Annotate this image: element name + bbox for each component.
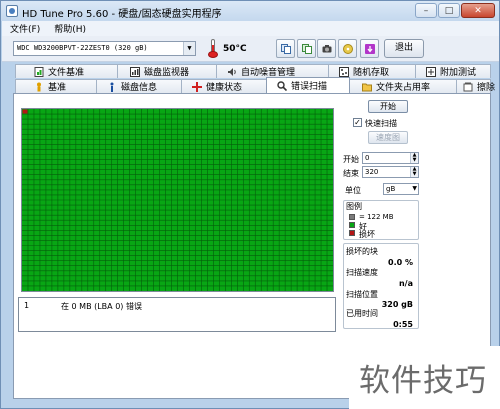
menu-file[interactable]: 文件(F) [10,22,40,35]
scan-stats-group: 损坏的块 0.0 % 扫描速度 n/a 扫描位置 320 gB 已用时间 0:5… [343,243,419,329]
tab-row-lower: 基准 磁盘信息 健康状态 错误扫描 文件夹占用率 擦除 [15,77,495,93]
camera-icon [322,45,332,53]
close-button[interactable]: ✕ [461,3,495,18]
minimize-button[interactable]: – [415,3,437,18]
app-window: HD Tune Pro 5.60 - 硬盘/固态硬盘实用程序 – □ ✕ 文件(… [0,0,500,409]
download-icon [365,44,375,54]
window-controls: – □ ✕ [415,3,495,18]
bad-block-marker [22,109,28,114]
legend-block-swatch [349,214,355,220]
unit-label: 单位 [345,186,361,195]
screenshot-button[interactable] [317,39,336,58]
chevron-down-icon[interactable]: ▼ [183,42,195,55]
end-label: 结束 [343,169,359,178]
scan-block-map [21,108,334,292]
menu-bar: 文件(F) 帮助(H) [2,21,499,36]
info-icon [107,82,117,92]
benchmark-icon [34,82,44,92]
disk-monitor-icon [130,66,140,77]
start-label: 开始 [343,155,359,164]
tab-error-scan[interactable]: 错误扫描 [266,77,350,93]
tab-health[interactable]: 健康状态 [181,79,267,93]
start-scan-button[interactable]: 开始 [368,100,408,113]
tab-benchmark[interactable]: 基准 [15,79,97,93]
menu-help[interactable]: 帮助(H) [54,22,86,35]
unit-select[interactable]: gB ▼ [383,183,419,195]
tab-folder-usage[interactable]: 文件夹占用率 [349,79,457,93]
tab-extra-tests[interactable]: 附加测试 [415,64,491,78]
tab-erase[interactable]: 擦除 [456,79,495,93]
tab-noise-management[interactable]: 自动噪音管理 [216,64,329,78]
folder-icon [362,82,372,92]
scan-position-value: 320 gB [381,300,413,309]
cd-icon [343,44,353,54]
app-logo-icon [6,5,18,17]
legend-bad-label: 损坏 [359,230,375,239]
speaker-icon [227,67,237,77]
title-bar[interactable]: HD Tune Pro 5.60 - 硬盘/固态硬盘实用程序 – □ ✕ [1,1,499,21]
elapsed-time-label: 已用时间 [346,309,378,318]
exit-button[interactable]: 退出 [384,39,424,58]
scan-position-label: 扫描位置 [346,290,378,299]
extra-tests-icon [426,66,436,77]
thermometer-icon [206,39,220,58]
file-benchmark-icon [34,66,44,77]
tab-row-upper: 文件基准 磁盘监视器 自动噪音管理 随机存取 附加测试 [15,64,491,78]
legend-group: 图例 = 122 MB 好 损坏 [343,200,419,240]
copy-screen-button[interactable] [297,39,316,58]
watermark-text: 软件技巧 [359,363,487,399]
legend-bad-swatch [349,230,355,236]
window-title: HD Tune Pro 5.60 - 硬盘/固态硬盘实用程序 [22,9,222,20]
block-grid [22,109,333,291]
legend-block-size: = 122 MB [359,213,394,221]
legend-title: 图例 [346,202,362,211]
chevron-down-icon: ▼ [412,185,417,192]
health-icon [192,81,202,92]
scan-speed-value: n/a [398,279,413,288]
log-entry-text: 在 0 MB (LBA 0) 错误 [61,302,142,311]
copy-info-icon [281,44,291,54]
drive-select-value: WDC WD3200BPVT-22ZEST0 (320 gB) [17,44,148,52]
end-input[interactable]: 320 ▲ ▼ [362,166,419,178]
tab-disk-info[interactable]: 磁盘信息 [96,79,182,93]
error-log[interactable]: 1 在 0 MB (LBA 0) 错误 [18,297,336,332]
legend-good-swatch [349,222,355,228]
spinner-arrows-icon[interactable]: ▲ ▼ [410,153,418,163]
damaged-blocks-value: 0.0 % [388,258,413,267]
tab-random-access[interactable]: 随机存取 [328,64,416,78]
tab-file-benchmark[interactable]: 文件基准 [15,64,118,78]
quick-scan-label: 快速扫描 [365,119,397,128]
copy-screen-icon [302,44,312,54]
drive-select[interactable]: WDC WD3200BPVT-22ZEST0 (320 gB) ▼ [13,41,196,56]
quick-scan-checkbox[interactable]: ✓ [353,118,362,127]
scan-speed-label: 扫描速度 [346,268,378,277]
start-input[interactable]: 0 ▲ ▼ [362,152,419,164]
log-entry-number: 1 [24,301,30,310]
copy-info-button[interactable] [276,39,295,58]
temperature-readout: 50°C [223,44,247,54]
erase-icon [463,82,473,92]
spinner-arrows-icon[interactable]: ▲ ▼ [410,167,418,177]
toolbar: WDC WD3200BPVT-22ZEST0 (320 gB) ▼ 50°C 退… [2,36,499,62]
random-access-icon [339,66,349,77]
damaged-blocks-label: 损坏的块 [346,247,378,256]
speed-map-button[interactable]: 速度图 [368,131,408,144]
save-button[interactable] [360,39,379,58]
error-scan-icon [277,80,288,91]
elapsed-time-value: 0:55 [393,320,413,329]
maximize-button[interactable]: □ [438,3,460,18]
disc-button[interactable] [338,39,357,58]
scan-controls: 开始 ✓ 快速扫描 速度图 开始 0 ▲ ▼ 结束 320 ▲ ▼ 单位 gB ▼ … [343,100,427,330]
tab-disk-monitor[interactable]: 磁盘监视器 [117,64,217,78]
